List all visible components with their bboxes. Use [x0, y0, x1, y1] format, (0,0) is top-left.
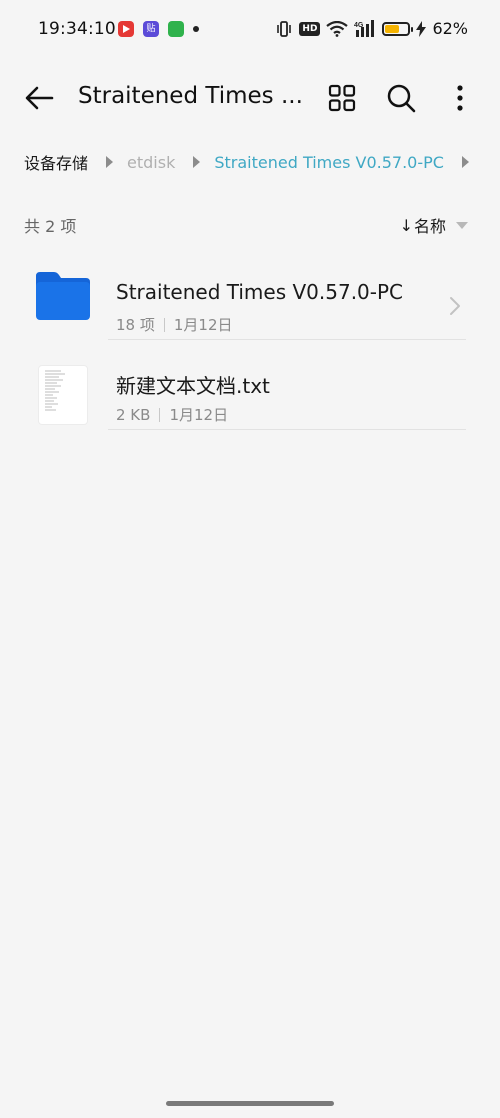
system-icons: HD 4G 62% — [269, 19, 468, 38]
sort-label: 名称 — [413, 217, 446, 236]
file-date: 1月12日 — [169, 406, 229, 424]
app-bar: Straitened Times ... — [0, 70, 500, 126]
file-name: 新建文本文档.txt — [116, 374, 270, 398]
status-bar: 19:34:10 贴 HD 4G 62% — [0, 0, 500, 60]
breadcrumb-separator-icon — [106, 156, 114, 168]
list-item-folder[interactable]: Straitened Times V0.57.0-PC 18 项 1月12日 — [0, 250, 500, 340]
meta-divider — [163, 317, 165, 332]
grid-view-icon — [328, 84, 356, 112]
row-divider — [108, 429, 466, 430]
battery-fill — [385, 24, 400, 33]
chevron-right-icon — [450, 297, 460, 315]
app-green-icon — [168, 21, 184, 37]
breadcrumb-separator-icon — [461, 156, 469, 168]
grid-view-button[interactable] — [326, 82, 358, 114]
folder-icon — [36, 272, 90, 320]
file-meta: 2 KB 1月12日 — [116, 404, 228, 425]
file-size: 2 KB — [116, 405, 151, 424]
breadcrumb: 设备存储 etdisk Straitened Times V0.57.0-PC — [24, 150, 500, 174]
file-item-count: 18 项 — [116, 316, 155, 334]
status-time: 19:34:10 — [38, 19, 116, 39]
notification-icons: 贴 — [118, 21, 208, 37]
vibrate-icon — [275, 20, 293, 37]
charging-bolt-icon — [416, 20, 427, 37]
more-options-button[interactable] — [446, 82, 474, 114]
page-title: Straitened Times ... — [78, 83, 303, 109]
meta-divider — [159, 407, 161, 422]
home-indicator[interactable] — [166, 1101, 334, 1106]
app-purple-icon: 贴 — [143, 21, 159, 37]
breadcrumb-device-storage[interactable]: 设备存储 — [24, 150, 88, 174]
hd-icon: HD — [299, 21, 321, 36]
back-arrow-icon — [25, 86, 54, 110]
breadcrumb-current-folder[interactable]: Straitened Times V0.57.0-PC — [214, 153, 444, 172]
signal-icon: 4G — [354, 20, 376, 37]
wifi-icon — [326, 20, 349, 37]
file-date: 1月12日 — [173, 316, 233, 334]
app-red-play-icon — [118, 21, 134, 37]
file-name: Straitened Times V0.57.0-PC — [116, 280, 404, 304]
list-item-text-file[interactable]: 新建文本文档.txt 2 KB 1月12日 — [0, 340, 500, 430]
notification-dot-icon — [193, 26, 199, 32]
breadcrumb-netdisk[interactable]: etdisk — [127, 153, 175, 172]
back-button[interactable] — [22, 80, 58, 116]
sort-dropdown-icon — [456, 221, 468, 229]
item-count: 共 2 项 — [24, 217, 77, 236]
more-vertical-icon — [457, 85, 463, 111]
breadcrumb-separator-icon — [193, 156, 201, 168]
search-icon — [387, 84, 416, 113]
sort-direction-icon: ↓ — [399, 215, 413, 235]
search-button[interactable] — [384, 81, 418, 115]
sort-control[interactable]: ↓ 名称 — [400, 213, 468, 237]
battery-icon — [382, 21, 414, 36]
text-file-thumbnail-icon — [39, 366, 87, 424]
battery-percent: 62% — [432, 19, 468, 38]
file-meta: 18 项 1月12日 — [116, 314, 233, 335]
